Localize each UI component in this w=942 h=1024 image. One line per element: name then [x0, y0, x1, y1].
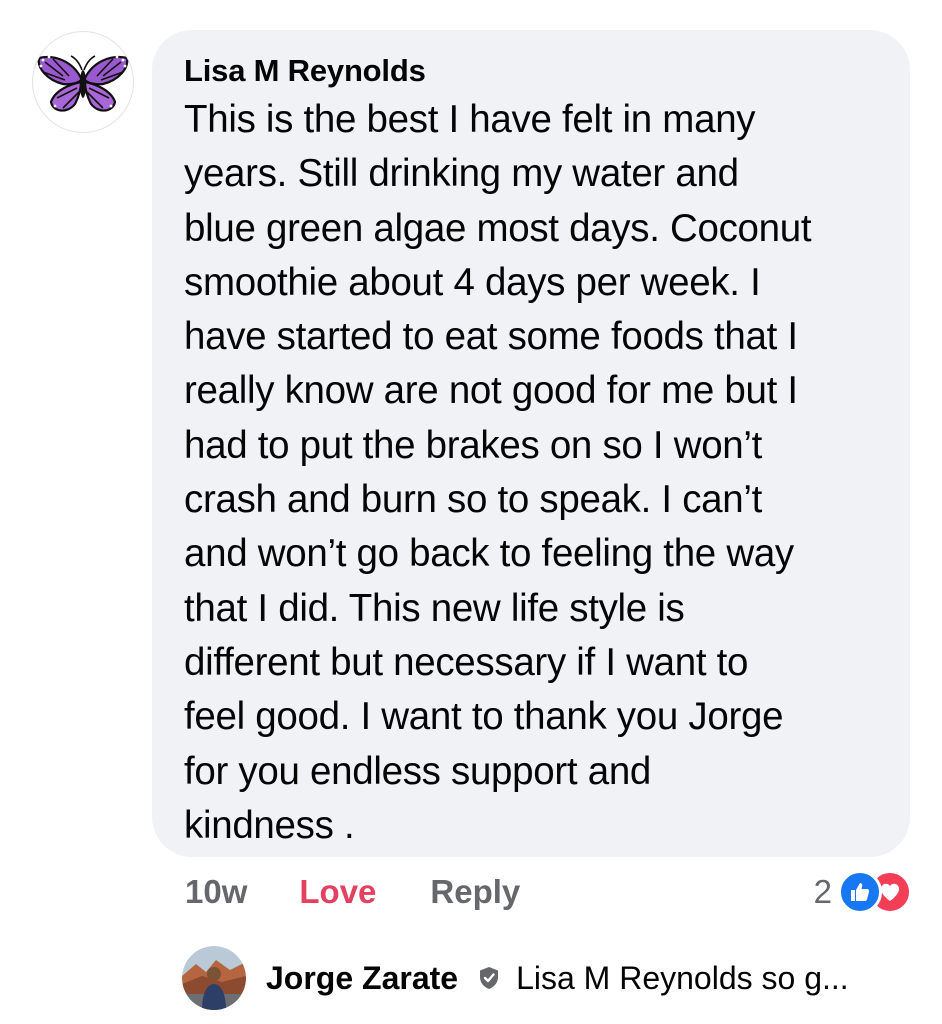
butterfly-icon	[37, 55, 129, 112]
comment-timestamp[interactable]: 10w	[185, 873, 247, 911]
reply-preview-text: Lisa M Reynolds so g...	[516, 959, 849, 996]
reply-button[interactable]: Reply	[430, 873, 520, 911]
commenter-avatar[interactable]	[32, 31, 134, 133]
reply-avatar[interactable]	[182, 946, 246, 1010]
reply-preview-row[interactable]: Jorge Zarate Lisa M Reynolds so g...	[182, 946, 849, 1010]
like-icon	[838, 870, 882, 914]
comment-actions: 10w Love Reply	[185, 870, 520, 914]
reply-author[interactable]: Jorge Zarate	[266, 960, 458, 997]
comment-bubble: Lisa M Reynolds This is the best I have …	[152, 30, 910, 857]
comment-author[interactable]: Lisa M Reynolds	[184, 52, 878, 90]
shield-check-icon	[476, 964, 504, 992]
reaction-summary[interactable]: 2	[814, 870, 912, 914]
comment-text: This is the best I have felt in many yea…	[184, 98, 812, 847]
love-button[interactable]: Love	[299, 873, 376, 911]
reaction-count: 2	[813, 873, 832, 910]
person-photo-icon	[182, 946, 246, 1010]
